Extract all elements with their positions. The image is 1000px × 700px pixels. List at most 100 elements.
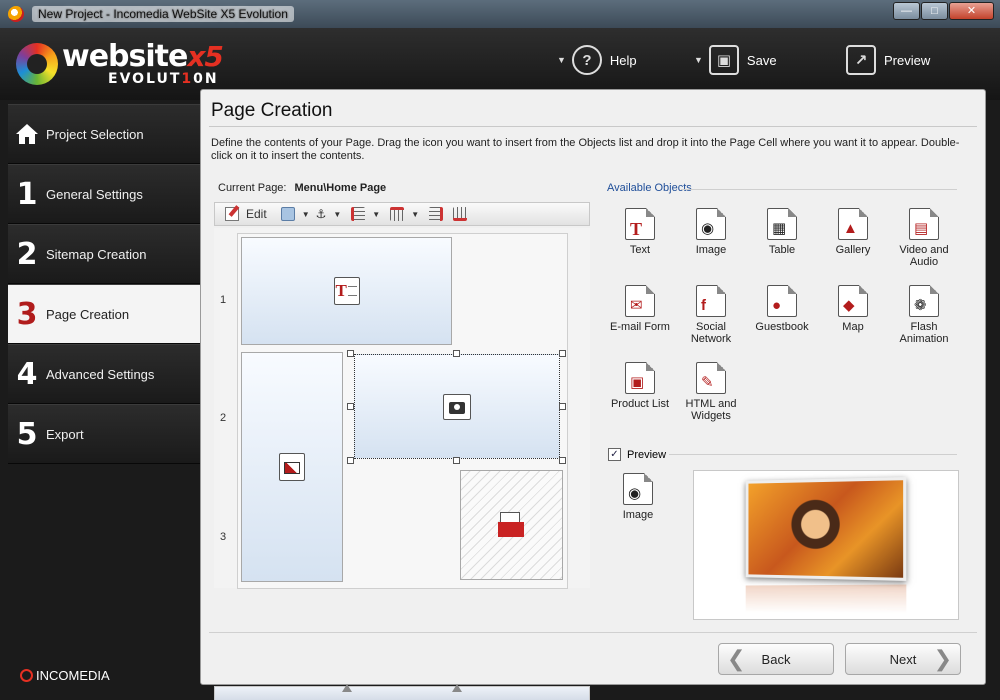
step-page-creation[interactable]: 3 Page Creation [8, 284, 210, 344]
maximize-button[interactable]: □ [921, 2, 948, 20]
title-divider [209, 126, 977, 127]
style-icon[interactable] [280, 207, 295, 221]
resize-handle[interactable] [453, 457, 460, 464]
video-icon: ▤ [909, 208, 939, 240]
anchor-icon[interactable]: ⚓ [316, 207, 327, 221]
email-object-icon [497, 512, 526, 538]
guestbook-icon: ● [767, 285, 797, 317]
preview-checkbox[interactable]: ✓ Preview [608, 448, 666, 461]
object-label: E-mail Form [610, 321, 670, 333]
help-dropdown-icon[interactable]: ▼ [557, 55, 566, 65]
page-cell-text[interactable]: T [241, 237, 452, 345]
object-map[interactable]: ◆ Map [818, 285, 888, 333]
preview-photo [745, 477, 907, 581]
help-icon: ? [571, 45, 602, 75]
insert-column-dropdown-icon[interactable]: ▼ [411, 210, 419, 219]
back-label: Back [761, 651, 791, 667]
object-product-list[interactable]: ▣ Product List [605, 362, 675, 410]
object-social-network[interactable]: f Social Network [676, 285, 746, 345]
object-label: HTML and Widgets [685, 398, 737, 422]
preview-label: Preview [884, 52, 931, 68]
resize-handle[interactable] [559, 457, 566, 464]
save-button[interactable]: ▼ ▣ Save [694, 44, 777, 76]
cell-toolbar: Edit ▼ ⚓ ▼ ▼ ▼ [214, 202, 590, 226]
website-x5-logo: websitex5 EVOLUT10N [16, 38, 224, 90]
map-icon: ◆ [838, 285, 868, 317]
floppy-disk-icon: ▣ [708, 45, 739, 75]
preview-box [693, 470, 959, 620]
step-general-settings[interactable]: 1 General Settings [8, 164, 200, 224]
close-button[interactable]: ✕ [949, 2, 994, 20]
resize-handle[interactable] [453, 350, 460, 357]
object-label: Image [695, 244, 727, 256]
title-bar: New Project - Incomedia WebSite X5 Evolu… [0, 0, 1000, 28]
object-label: Table [768, 244, 796, 256]
gallery-icon: ▲ [838, 208, 868, 240]
html-icon: ✎ [696, 362, 726, 394]
save-label: Save [746, 52, 777, 68]
current-page-label: Current Page: [218, 182, 287, 194]
text-icon: T [625, 208, 655, 240]
help-label: Help [609, 52, 637, 68]
preview-button[interactable]: ↗ Preview [846, 44, 930, 76]
table-icon: ▦ [767, 208, 797, 240]
page-cell-image-selected[interactable] [354, 354, 560, 459]
step-label: Project Selection [46, 126, 144, 142]
object-guestbook[interactable]: ● Guestbook [747, 285, 817, 333]
minimize-button[interactable]: — [893, 2, 920, 20]
row-number: 3 [220, 531, 227, 543]
object-text[interactable]: T Text [605, 208, 675, 256]
object-table[interactable]: ▦ Table [747, 208, 817, 256]
insert-column-icon[interactable] [390, 207, 405, 221]
step-project-selection[interactable]: Project Selection [8, 104, 200, 164]
column-splitter-handle[interactable] [342, 684, 352, 692]
object-html-widgets[interactable]: ✎ HTML and Widgets [676, 362, 746, 422]
logo-main-text: website [62, 39, 188, 74]
resize-handle[interactable] [347, 457, 354, 464]
preview-check-icon[interactable]: ✓ [608, 448, 621, 461]
save-dropdown-icon[interactable]: ▼ [694, 55, 703, 65]
insert-row-icon[interactable] [351, 207, 366, 221]
logo-sub-text-c: 0N [193, 71, 219, 87]
resize-handle[interactable] [559, 403, 566, 410]
resize-handle[interactable] [559, 350, 566, 357]
social-icon: f [696, 285, 726, 317]
object-label: Product List [610, 398, 670, 410]
steps-sidebar: Project Selection 1 General Settings 2 S… [8, 104, 210, 464]
current-page: Current Page: Menu\Home Page [218, 182, 386, 194]
preview-checkbox-label: Preview [627, 448, 667, 461]
step-sitemap-creation[interactable]: 2 Sitemap Creation [8, 224, 200, 284]
object-image[interactable]: ◉ Image [676, 208, 746, 256]
object-gallery[interactable]: ▲ Gallery [818, 208, 888, 256]
delete-column-icon[interactable] [453, 207, 468, 221]
page-cell-email-form[interactable] [460, 470, 563, 580]
column-splitter-handle[interactable] [452, 684, 462, 692]
step-label: Page Creation [46, 306, 130, 322]
gallery-object-icon [279, 453, 305, 481]
delete-row-icon[interactable] [429, 207, 444, 221]
next-button[interactable]: Next ❯ [845, 643, 961, 675]
object-flash-animation[interactable]: ❁ Flash Animation [889, 285, 959, 345]
object-email-form[interactable]: ✉ E-mail Form [605, 285, 675, 333]
resize-handle[interactable] [347, 403, 354, 410]
object-video-audio[interactable]: ▤ Video and Audio [889, 208, 959, 268]
insert-row-dropdown-icon[interactable]: ▼ [372, 210, 380, 219]
edit-icon[interactable] [225, 207, 239, 221]
available-objects-divider [681, 189, 957, 190]
object-label: Guestbook [755, 321, 809, 333]
style-dropdown-icon[interactable]: ▼ [302, 210, 310, 219]
back-button[interactable]: ❮ Back [718, 643, 834, 675]
edit-button[interactable]: Edit [246, 207, 267, 221]
object-label: Map [842, 321, 864, 333]
help-button[interactable]: ▼ ? Help [557, 44, 637, 76]
page-cell-gallery[interactable] [241, 352, 343, 582]
monitor-icon: ↗ [846, 45, 876, 75]
step-export[interactable]: 5 Export [8, 404, 200, 464]
resize-handle[interactable] [347, 350, 354, 357]
anchor-dropdown-icon[interactable]: ▼ [333, 210, 341, 219]
chevron-right-icon: ❯ [933, 646, 952, 671]
step-advanced-settings[interactable]: 4 Advanced Settings [8, 344, 200, 404]
object-label: Video and Audio [899, 244, 949, 268]
step-label: Advanced Settings [46, 366, 155, 382]
image-object-icon [443, 393, 471, 420]
